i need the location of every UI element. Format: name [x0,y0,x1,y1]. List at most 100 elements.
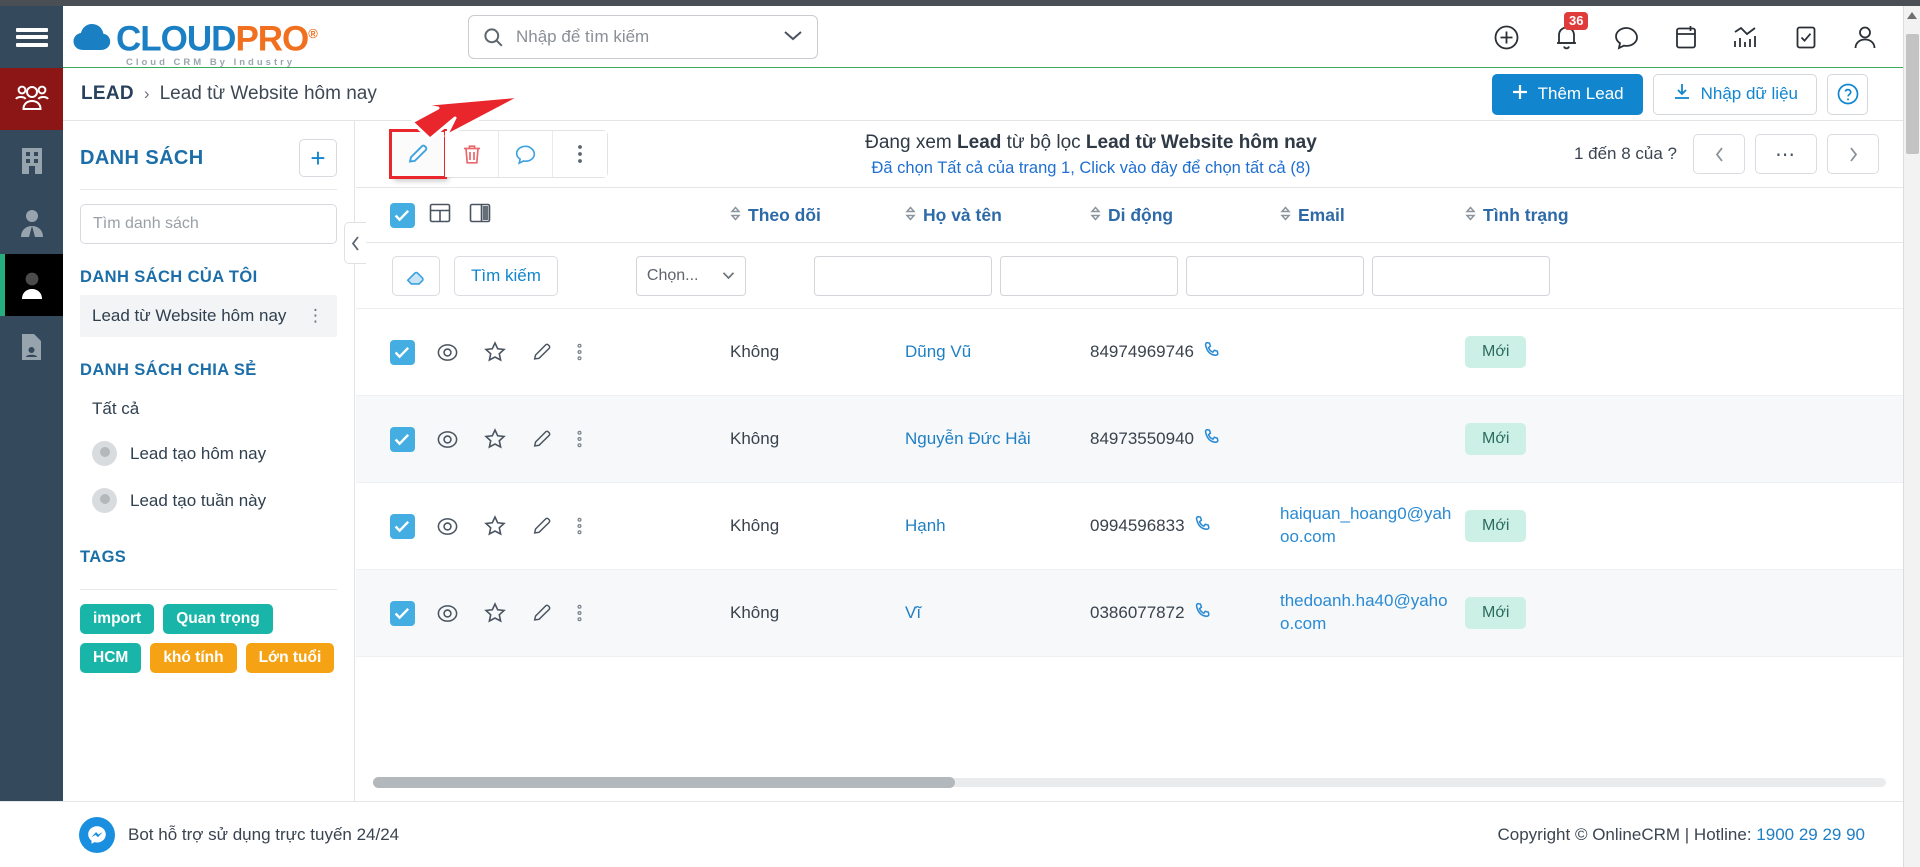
scrollbar-thumb[interactable] [373,777,955,788]
page-menu-button[interactable]: ⋯ [1755,134,1817,174]
rail-item-company[interactable] [0,130,63,192]
filter-search-button[interactable]: Tìm kiếm [454,255,558,296]
prev-page-button[interactable] [1693,134,1745,174]
view-icon[interactable] [436,341,459,364]
favorite-star-icon[interactable] [483,340,507,364]
scroll-up-arrow[interactable] [1907,12,1917,19]
calendar-icon[interactable] [1674,24,1698,51]
tag-import[interactable]: import [80,604,155,634]
next-page-button[interactable] [1827,134,1879,174]
phone-icon[interactable] [1194,601,1213,625]
edit-icon[interactable] [531,602,553,624]
help-button[interactable] [1827,73,1868,115]
edit-icon[interactable] [531,341,553,363]
sidebar-collapse-handle[interactable] [344,222,366,264]
analytics-icon[interactable] [1732,24,1760,51]
column-header-email[interactable]: Email [1280,205,1465,226]
edit-icon[interactable] [531,515,553,537]
favorite-star-icon[interactable] [483,427,507,451]
clear-filter-button[interactable] [392,255,440,296]
view-icon[interactable] [436,515,459,538]
row-menu-icon[interactable] [577,341,582,363]
column-header-name[interactable]: Họ và tên [905,205,1090,226]
cell-name[interactable]: Dũng Vũ [905,342,1090,362]
row-checkbox[interactable] [389,426,415,452]
cell-email[interactable]: haiquan_hoang0@yahoo.com [1280,503,1465,549]
tag-quan-trong[interactable]: Quan trọng [163,604,273,634]
breadcrumb-root[interactable]: LEAD [81,83,134,105]
row-checkbox[interactable] [389,513,415,539]
grid-view-icon[interactable] [428,201,452,230]
add-lead-button[interactable]: Thêm Lead [1491,73,1643,115]
messenger-icon[interactable] [79,816,115,853]
rail-item-contacts[interactable] [0,68,63,130]
follow-filter-select[interactable]: Chọn... [635,255,746,296]
cell-name[interactable]: Nguyễn Đức Hải [905,429,1090,449]
vertical-scrollbar[interactable] [1903,6,1920,867]
cell-name[interactable]: Vĩ [905,603,1090,623]
view-icon[interactable] [436,428,459,451]
support-bot[interactable]: Bot hỗ trợ sử dụng trực tuyến 24/24 [79,816,399,853]
scrollbar-thumb[interactable] [1906,34,1919,154]
table-row[interactable]: Không Dũng Vũ 84974969746 Mới [356,309,1903,396]
comment-button[interactable] [499,131,553,177]
tag-lon-tuoi[interactable]: Lớn tuổi [245,643,335,673]
table-row[interactable]: Không Nguyễn Đức Hải 84973550940 Mới [356,396,1903,483]
row-menu-icon[interactable] [577,602,582,624]
mobile-filter-input[interactable] [999,255,1178,296]
rail-item-businessman[interactable] [0,192,63,254]
list-search[interactable] [80,204,337,244]
phone-icon[interactable] [1203,340,1222,364]
chat-icon[interactable] [1613,24,1640,51]
rail-item-documents[interactable] [0,316,63,378]
row-checkbox[interactable] [389,600,415,626]
phone-icon[interactable] [1194,514,1213,538]
user-account-icon[interactable] [1852,24,1878,51]
table-row[interactable]: Không Hạnh 0994596833 haiquan_hoang0@yah… [356,483,1903,570]
status-filter-input[interactable] [1371,255,1550,296]
sidebar-list-item-lead-this-week[interactable]: Lead tạo tuần này [80,477,337,524]
add-list-button[interactable]: + [299,139,337,177]
bell-icon[interactable]: 36 [1554,11,1589,51]
row-checkbox[interactable] [389,339,415,365]
select-all-checkbox[interactable] [389,202,415,228]
edit-button[interactable] [389,129,447,179]
task-icon[interactable] [1794,24,1818,51]
horizontal-scrollbar[interactable] [356,775,1903,789]
select-all-link[interactable]: Đã chọn Tất cả của trang 1, Click vào đâ… [608,159,1574,178]
tag-hcm[interactable]: HCM [80,643,142,673]
plus-circle-icon[interactable] [1493,24,1520,51]
global-search[interactable] [468,15,818,59]
chevron-down-icon[interactable] [783,27,803,47]
cell-name[interactable]: Hạnh [905,516,1090,536]
edit-icon[interactable] [531,428,553,450]
rail-item-lead[interactable] [0,254,63,316]
row-menu-icon[interactable] [577,428,582,450]
favorite-star-icon[interactable] [483,601,507,625]
tag-kho-tinh[interactable]: khó tính [150,643,237,673]
phone-icon[interactable] [1203,427,1222,451]
row-menu-icon[interactable] [577,515,582,537]
table-row[interactable]: Không Vĩ 0386077872 thedoanh.ha40@yahoo.… [356,570,1903,657]
import-data-button[interactable]: Nhập dữ liệu [1652,73,1817,115]
column-header-status[interactable]: Tình trạng [1465,205,1645,226]
column-header-follow[interactable]: Theo dõi [730,205,905,226]
more-actions-button[interactable] [553,131,607,177]
cell-email[interactable]: thedoanh.ha40@yahoo.com [1280,590,1465,636]
split-view-icon[interactable] [468,201,492,230]
delete-button[interactable] [445,131,499,177]
sidebar-list-item-all[interactable]: Tất cả [80,388,337,430]
name-filter-input[interactable] [813,255,992,296]
sidebar-list-item-lead-today[interactable]: Lead tạo hôm nay [80,430,337,477]
hotline-link[interactable]: 1900 29 29 90 [1756,825,1865,844]
column-header-mobile[interactable]: Di động [1090,205,1280,226]
menu-toggle-button[interactable] [0,6,63,68]
list-search-input[interactable] [81,215,336,233]
kebab-menu-icon[interactable]: ⋮ [307,306,325,326]
brand-logo[interactable]: CLOUDPRO® Cloud CRM By Industry [63,19,318,68]
search-input[interactable] [504,27,783,47]
favorite-star-icon[interactable] [483,514,507,538]
email-filter-input[interactable] [1185,255,1364,296]
view-icon[interactable] [436,602,459,625]
sidebar-list-item-lead-website-today[interactable]: Lead từ Website hôm nay ⋮ [80,295,337,337]
